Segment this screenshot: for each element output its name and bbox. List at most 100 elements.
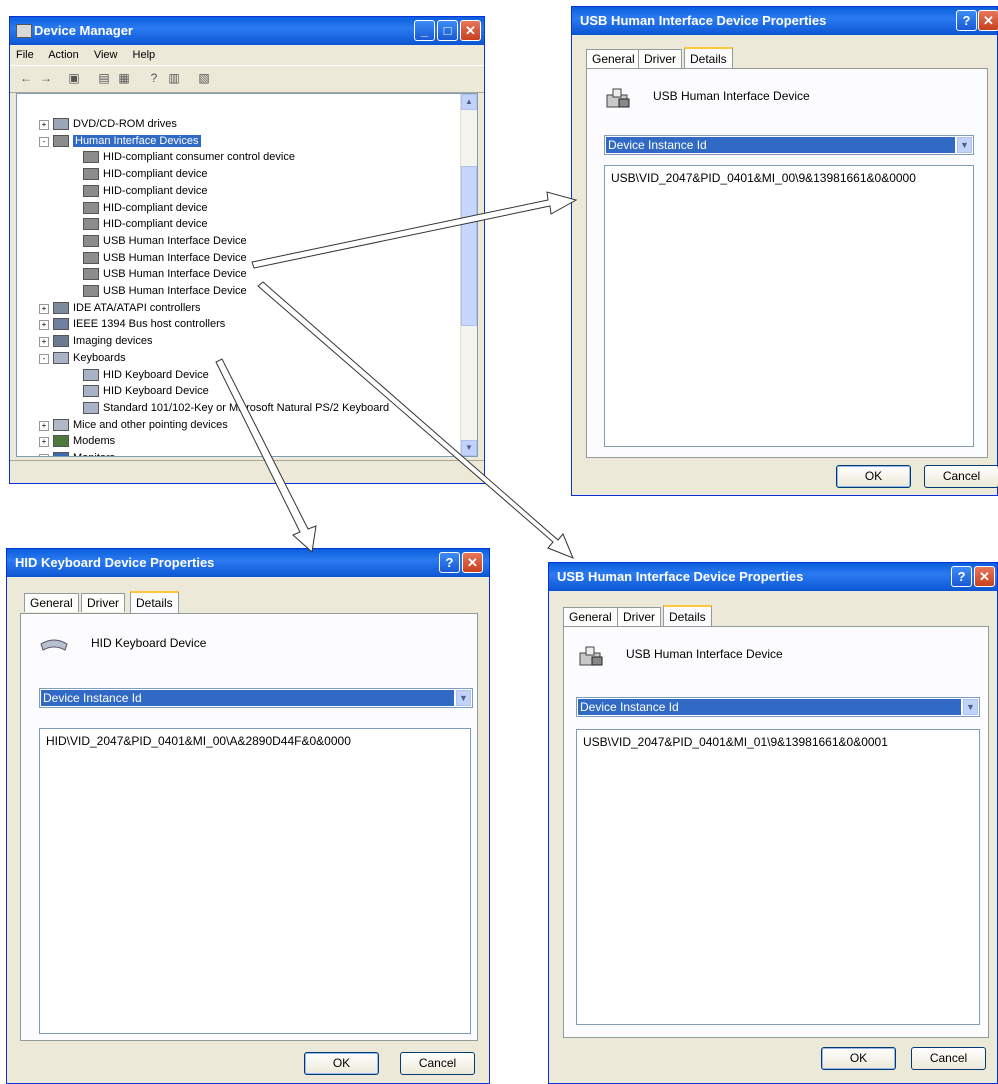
help-button[interactable]: ? [439,552,460,573]
scroll-up-button[interactable]: ▲ [461,94,477,110]
tree-item-label: DVD/CD-ROM drives [73,118,177,130]
tree-item[interactable]: HID-compliant device [83,200,208,216]
scan-hardware-icon[interactable]: ▧ [196,70,212,86]
tree-item[interactable]: HID-compliant device [83,216,208,232]
tree-item[interactable]: + DVD/CD-ROM drives [39,116,177,132]
property-value-box[interactable]: USB\VID_2047&PID_0401&MI_00\9&13981661&0… [604,165,974,447]
show-hide-tree-icon[interactable]: ▣ [66,70,82,86]
expand-icon[interactable]: + [39,420,49,431]
ok-button[interactable]: OK [821,1047,896,1070]
tree-item[interactable]: USB Human Interface Device [83,283,247,299]
chevron-down-icon[interactable]: ▼ [963,699,978,715]
close-button[interactable]: ✕ [974,566,995,587]
tree-item-label: IEEE 1394 Bus host controllers [73,318,226,331]
device-manager-app-icon [16,24,32,38]
tree-item-label: IDE ATA/ATAPI controllers [73,301,201,314]
tab-general[interactable]: General [586,49,641,68]
property-select[interactable]: Device Instance Id ▼ [576,697,980,717]
scroll-down-button[interactable]: ▼ [461,440,477,456]
close-button[interactable]: ✕ [462,552,483,573]
dialog-title: HID Keyboard Device Properties [15,555,215,570]
scroll-thumb[interactable] [461,166,477,326]
tab-driver[interactable]: Driver [81,593,125,612]
collapse-icon[interactable]: - [39,353,49,364]
tab-details[interactable]: Details [663,605,712,627]
chevron-down-icon[interactable]: ▼ [456,690,471,706]
cancel-button[interactable]: Cancel [911,1047,986,1070]
tree-item-label: USB Human Interface Device [103,268,247,281]
minimize-button[interactable]: _ [414,20,435,41]
print-icon[interactable]: ▦ [116,70,132,86]
tree-item[interactable]: USB Human Interface Device [83,233,247,249]
tree-item[interactable]: USB Human Interface Device [83,266,247,282]
property-select[interactable]: Device Instance Id ▼ [39,688,473,708]
tree-item[interactable]: + Mice and other pointing devices [39,417,228,433]
maximize-button[interactable]: □ [437,20,458,41]
tab-driver[interactable]: Driver [638,49,682,68]
expand-icon[interactable]: + [39,454,49,456]
keyboard-icon [53,351,69,364]
expand-icon[interactable]: + [39,320,49,331]
expand-icon[interactable]: + [39,337,49,348]
tree-item[interactable]: HID Keyboard Device [83,367,209,383]
tree-item[interactable]: + Modems [39,433,116,449]
menu-file[interactable]: File [16,49,34,61]
tree-item[interactable]: + Monitors [39,450,115,456]
forward-arrow-icon[interactable]: → [38,70,54,86]
tree-item[interactable]: HID-compliant consumer control device [83,149,295,165]
help-button[interactable]: ? [951,566,972,587]
tab-driver[interactable]: Driver [617,607,661,626]
cdrom-icon [53,118,69,131]
tree-item[interactable]: USB Human Interface Device [83,250,247,266]
tree-item-label: USB Human Interface Device [103,234,247,247]
menu-view[interactable]: View [94,49,118,61]
property-value-box[interactable]: USB\VID_2047&PID_0401&MI_01\9&13981661&0… [576,729,980,1025]
tab-details[interactable]: Details [684,47,733,69]
tree-item[interactable]: HID Keyboard Device [83,383,209,399]
tree-item[interactable]: HID-compliant device [83,166,208,182]
menu-help[interactable]: Help [133,49,156,61]
help-icon[interactable]: ? [146,70,162,86]
help-button[interactable]: ? [956,10,977,31]
tree-item-label: HID-compliant device [103,168,208,181]
tree-item[interactable]: HID-compliant device [83,183,208,199]
ok-button[interactable]: OK [304,1052,379,1075]
tree-item[interactable]: + Imaging devices [39,333,153,349]
expand-icon[interactable]: + [39,437,49,448]
dialog-titlebar[interactable]: HID Keyboard Device Properties ? ✕ [7,549,489,577]
scrollbar[interactable]: ▲ ▼ [460,94,477,456]
property-select[interactable]: Device Instance Id ▼ [604,135,974,155]
hid-icon [83,234,99,247]
device-tree[interactable]: + DVD/CD-ROM drives - Human Interface Devic… [16,93,478,457]
tree-item[interactable]: - Keyboards [39,350,126,366]
cancel-button[interactable]: Cancel [400,1052,475,1075]
tree-item[interactable]: Standard 101/102-Key or Microsoft Natura… [83,400,389,416]
details-panel: HID Keyboard Device Device Instance Id ▼… [20,613,478,1041]
device-manager-titlebar[interactable]: Device Manager _ □ ✕ [10,17,484,45]
tree-item[interactable]: - Human Interface Devices [39,133,201,149]
tree-item-label: USB Human Interface Device [103,251,247,264]
back-arrow-icon[interactable]: ← [18,70,34,86]
usb-device-icon [605,87,631,109]
close-button[interactable]: ✕ [460,20,481,41]
view-icon[interactable]: ▥ [166,70,182,86]
tree-item-label: Modems [73,435,116,448]
tree-item[interactable]: + IDE ATA/ATAPI controllers [39,300,201,316]
dialog-titlebar[interactable]: USB Human Interface Device Properties ? … [549,563,997,591]
chevron-down-icon[interactable]: ▼ [957,137,972,153]
cancel-button[interactable]: Cancel [924,465,998,488]
tab-general[interactable]: General [24,593,79,612]
property-value: USB\VID_2047&PID_0401&MI_00\9&13981661&0… [611,171,916,185]
tree-item[interactable]: + IEEE 1394 Bus host controllers [39,316,226,332]
menu-action[interactable]: Action [48,49,79,61]
properties-icon[interactable]: ▤ [96,70,112,86]
tab-details[interactable]: Details [130,591,179,613]
dialog-titlebar[interactable]: USB Human Interface Device Properties ? … [572,7,998,35]
expand-icon[interactable]: + [39,120,49,130]
close-button[interactable]: ✕ [978,10,998,31]
collapse-icon[interactable]: - [39,136,49,147]
ok-button[interactable]: OK [836,465,911,488]
property-value-box[interactable]: HID\VID_2047&PID_0401&MI_00\A&2890D44F&0… [39,728,471,1034]
expand-icon[interactable]: + [39,303,49,314]
tab-general[interactable]: General [563,607,618,626]
